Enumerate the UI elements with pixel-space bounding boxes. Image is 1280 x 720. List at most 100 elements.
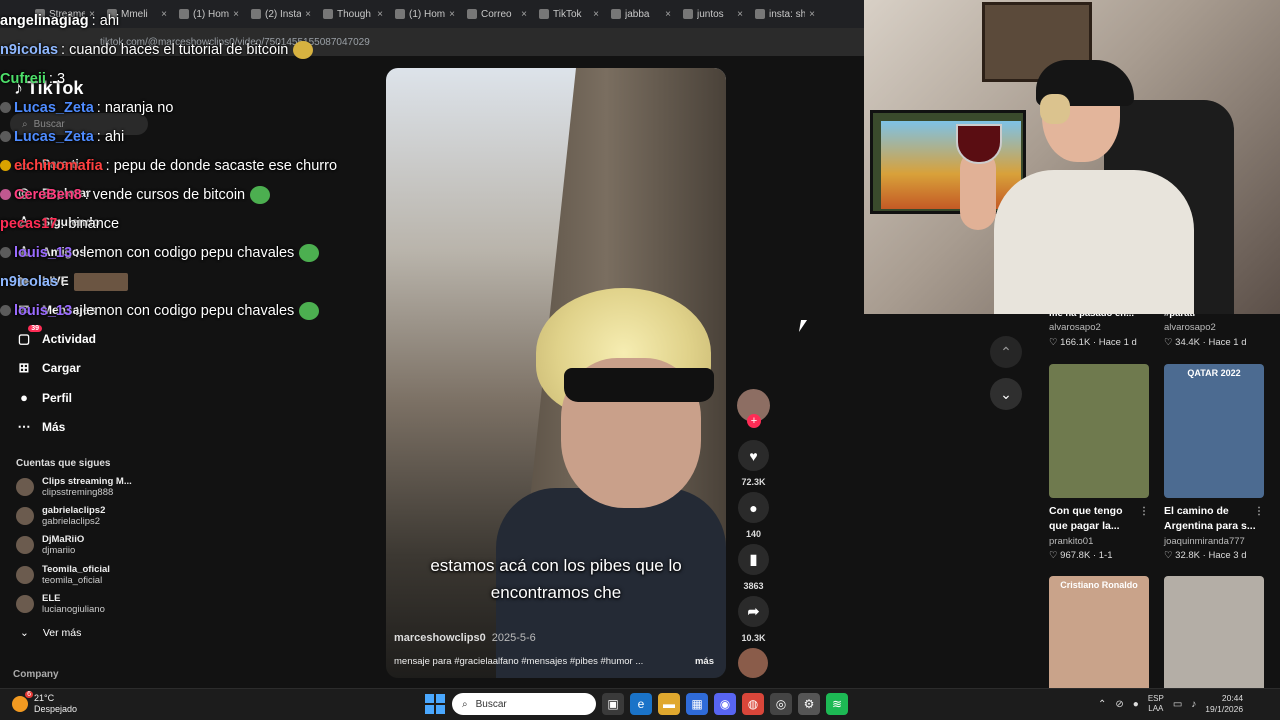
video-player[interactable]: estamos acá con los pibes que lo encontr… <box>386 68 726 678</box>
chat-username[interactable]: Lucas_Zeta <box>14 100 94 116</box>
chat-username[interactable]: louis_13 <box>14 303 72 319</box>
chat-colon: : <box>61 41 70 58</box>
related-video-card[interactable]: Con que tengo que pagar la... ⋮ prankito01 ♡… <box>1049 364 1149 561</box>
chat-username[interactable]: angelinagiag <box>0 13 89 29</box>
follow-plus-icon[interactable]: + <box>747 414 761 428</box>
settings-gear-icon[interactable]: ⚙ <box>798 693 820 715</box>
display-icon[interactable]: ▭ <box>1173 699 1182 710</box>
chat-username[interactable]: n9icolas <box>0 42 58 58</box>
close-icon[interactable]: × <box>737 9 743 20</box>
microphone-icon[interactable]: ● <box>1133 699 1139 710</box>
following-account[interactable]: ELE lucianogiuliano <box>16 593 105 615</box>
sidebar-item-profile[interactable]: ● Perfil <box>16 390 72 406</box>
video-author-name[interactable]: marceshowclips0 <box>394 632 486 644</box>
comment-icon[interactable]: ● <box>738 492 769 523</box>
related-age: 1-1 <box>1098 550 1113 561</box>
caption-more-button[interactable]: más <box>695 656 714 667</box>
network-off-icon[interactable]: ⊘ <box>1115 699 1123 710</box>
close-icon[interactable]: × <box>593 9 599 20</box>
company-link[interactable]: Company <box>13 669 59 680</box>
taskbar-search[interactable]: ⌕ Buscar <box>452 693 596 715</box>
clock-date: 19/1/2026 <box>1205 704 1244 714</box>
chevron-up-icon[interactable]: ⌃ <box>1098 699 1106 710</box>
share-action[interactable]: ➦ 10.3K <box>738 596 769 643</box>
lang-bottom: LAA <box>1148 704 1164 713</box>
comment-action[interactable]: ● 140 <box>738 492 769 539</box>
following-text: gabrielaclips2 gabrielaclips2 <box>42 505 105 527</box>
chat-username[interactable]: n9icolas <box>0 274 58 290</box>
close-icon[interactable]: × <box>665 9 671 20</box>
chat-username[interactable]: Cufreii <box>0 71 46 87</box>
browser-tab[interactable]: jabba × <box>606 3 676 25</box>
chat-username[interactable]: pecas17 <box>0 216 57 232</box>
weather-widget[interactable]: 6 21°C Despejado <box>12 691 77 715</box>
following-account[interactable]: gabrielaclips2 gabrielaclips2 <box>16 505 105 527</box>
next-creator-avatar[interactable] <box>738 648 768 678</box>
video-author[interactable]: marceshowclips0 2025-5-6 <box>394 632 536 644</box>
store-icon[interactable]: ▦ <box>686 693 708 715</box>
taskbar-clock[interactable]: 20:44 19/1/2026 <box>1205 693 1243 715</box>
chat-message: elchinomafia: pepu de donde sacaste ese … <box>0 151 380 180</box>
like-action[interactable]: ♥ 72.3K <box>738 440 769 487</box>
following-name: DjMaRiiO <box>42 534 85 546</box>
following-handle: clipsstreming888 <box>42 487 114 498</box>
sidebar-item-activity[interactable]: ▢ 39 Actividad <box>16 325 96 347</box>
more-options-icon[interactable]: ⋮ <box>1139 504 1149 519</box>
webcam-person-shirt <box>994 170 1194 314</box>
video-subtitle: estamos acá con los pibes que lo encontr… <box>386 552 726 606</box>
chat-colon: : <box>61 273 70 290</box>
language-indicator[interactable]: ESP LAA <box>1148 694 1164 714</box>
tiktok-tab-icon <box>683 9 693 19</box>
task-view-icon[interactable]: ▣ <box>602 693 624 715</box>
close-icon[interactable]: × <box>809 9 815 20</box>
following-account[interactable]: Clips streaming M... clipsstreming888 <box>16 476 132 498</box>
see-more-button[interactable]: ⌄ Ver más <box>20 627 81 639</box>
browser-tab[interactable]: juntos × <box>678 3 748 25</box>
speaker-icon[interactable]: ♪ <box>1191 699 1196 710</box>
close-icon[interactable]: × <box>449 9 455 20</box>
file-explorer-icon[interactable]: ▬ <box>658 693 680 715</box>
following-account[interactable]: Teomila_oficial teomila_oficial <box>16 564 110 586</box>
heart-icon[interactable]: ♥ <box>738 440 769 471</box>
share-icon[interactable]: ➦ <box>738 596 769 627</box>
video-thumbnail[interactable]: QATAR 2022 <box>1164 364 1264 498</box>
close-icon[interactable]: × <box>521 9 527 20</box>
chat-username[interactable]: louis_13 <box>14 245 72 261</box>
next-video-button[interactable]: ⌄ <box>990 378 1022 410</box>
following-account[interactable]: DjMaRiiO djmariio <box>16 534 84 556</box>
video-caption-text: mensaje para #gracielaalfano #mensajes #… <box>394 656 644 667</box>
chat-username[interactable]: Lucas_Zeta <box>14 129 94 145</box>
chat-username[interactable]: CereBen8 <box>14 187 82 203</box>
more-options-icon[interactable]: ⋮ <box>1254 504 1264 519</box>
chevron-up-icon: ⌃ <box>1000 343 1012 360</box>
chat-username[interactable]: elchinomafia <box>14 158 103 174</box>
related-video-top-right[interactable]: #parati alvarosapo2 ♡ 34.4K · Hace 1 d <box>1164 308 1246 348</box>
sidebar-item-upload[interactable]: ⊞ Cargar <box>16 360 81 376</box>
tab-label: jabba <box>625 8 650 20</box>
related-video-card[interactable]: QATAR 2022 El camino de Argentina para s..… <box>1164 364 1264 561</box>
obs-icon[interactable]: ◎ <box>770 693 792 715</box>
avatar <box>16 478 34 496</box>
browser-tab[interactable]: insta: sh × <box>750 3 820 25</box>
previous-video-button[interactable]: ⌃ <box>990 336 1022 368</box>
browser-tab[interactable]: Correo × <box>462 3 532 25</box>
save-action[interactable]: ▮ 3863 <box>738 544 769 591</box>
discord-icon[interactable]: ◉ <box>714 693 736 715</box>
weather-sun-icon: 6 <box>12 691 33 712</box>
chat-text: ahi <box>104 128 125 145</box>
chat-colon: : <box>84 186 93 203</box>
bookmark-icon[interactable]: ▮ <box>738 544 769 575</box>
chat-emote-icon <box>293 40 314 59</box>
tab-label: Correo <box>481 8 512 20</box>
chat-colon: : <box>75 302 84 319</box>
spotify-icon[interactable]: ≋ <box>826 693 848 715</box>
related-video-top-left[interactable]: me ha pasado en... alvarosapo2 ♡ 166.1K … <box>1049 308 1137 348</box>
windows-start-icon[interactable] <box>424 693 446 715</box>
edge-icon[interactable]: e <box>630 693 652 715</box>
chrome-icon[interactable]: ◍ <box>742 693 764 715</box>
chat-text: pepu de donde sacaste ese churro <box>113 157 338 174</box>
video-thumbnail[interactable] <box>1049 364 1149 498</box>
sidebar-item-more[interactable]: ⋯ Más <box>16 419 66 435</box>
browser-tab[interactable]: TikTok × <box>534 3 604 25</box>
browser-tab[interactable]: (1) Hom × <box>390 3 460 25</box>
